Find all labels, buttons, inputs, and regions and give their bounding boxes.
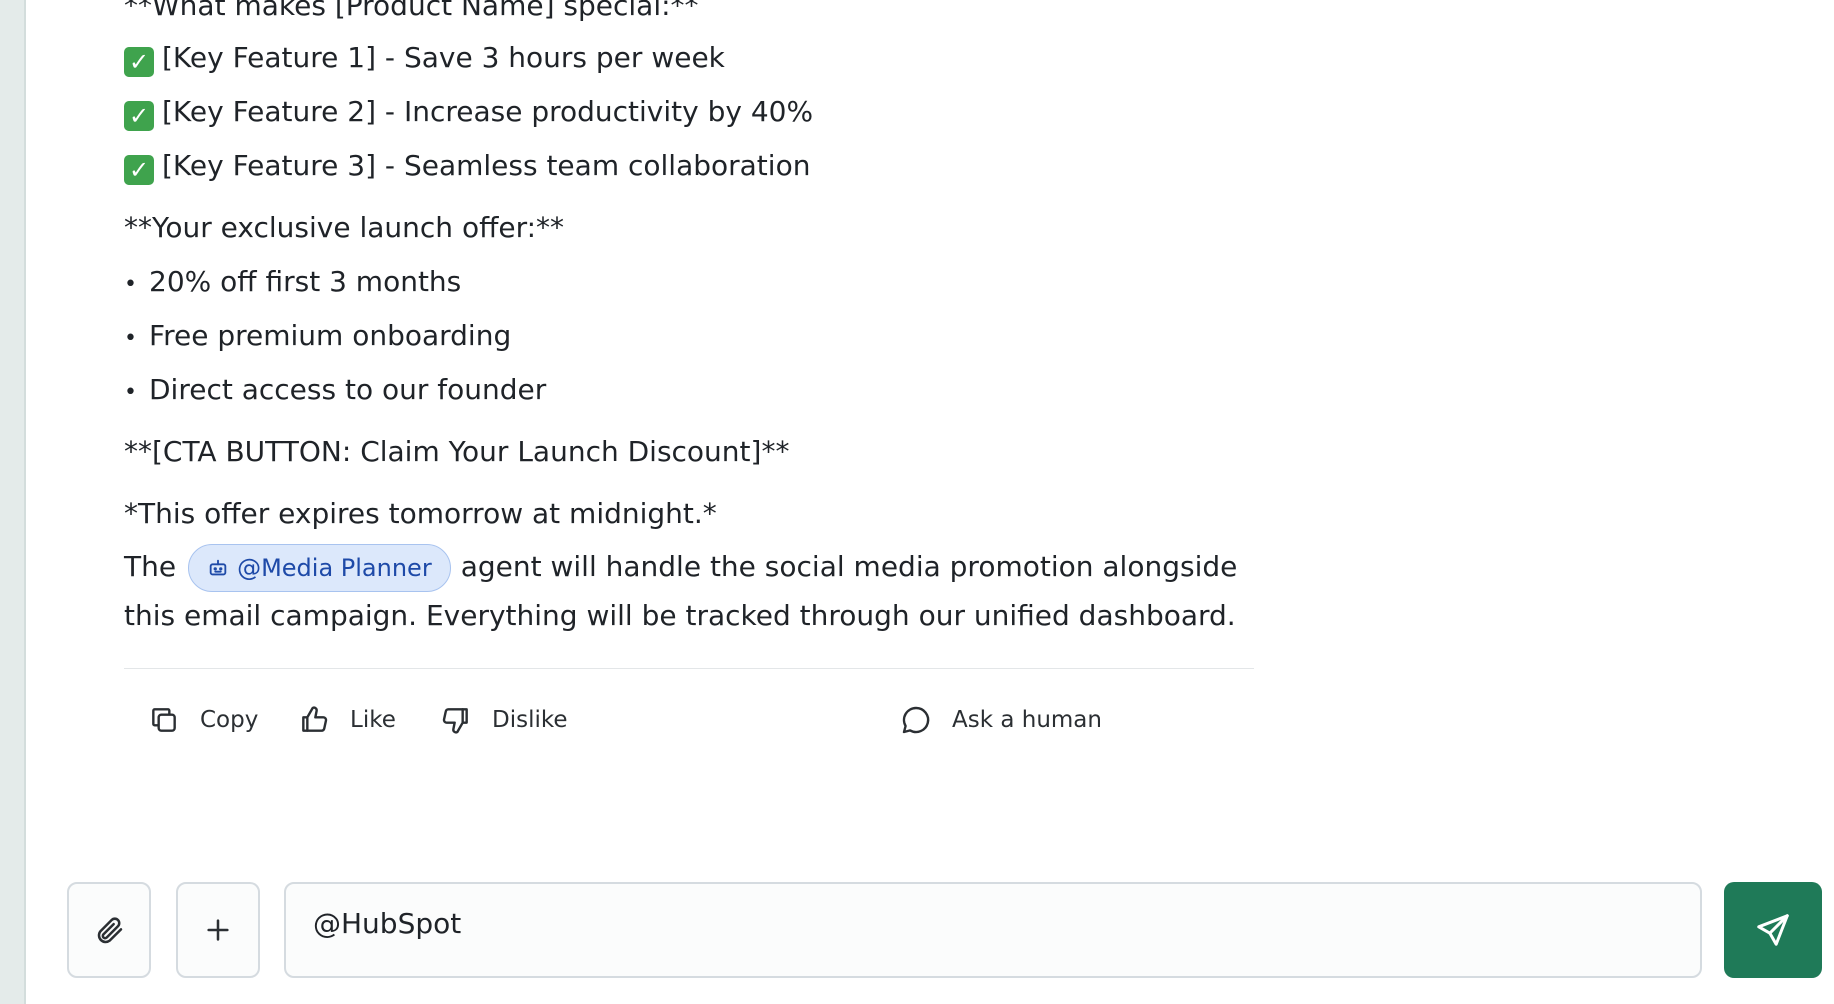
thumbs-up-icon	[302, 706, 328, 732]
plus-icon	[207, 919, 229, 941]
check-icon: ✓	[124, 101, 154, 131]
feature-item: ✓ [Key Feature 1] - Save 3 hours per week	[124, 38, 725, 78]
copy-icon	[152, 708, 176, 732]
mention-label: @Media Planner	[237, 553, 432, 582]
attach-button[interactable]	[67, 882, 151, 978]
message-input[interactable]	[311, 906, 1675, 941]
like-button[interactable]: Like	[298, 693, 396, 747]
dislike-button[interactable]: Dislike	[440, 693, 568, 747]
bullet-icon: •	[124, 272, 137, 297]
bullet-icon: •	[124, 380, 137, 405]
left-rail	[0, 0, 26, 1004]
composer	[0, 882, 1834, 980]
list-item: • 20% off first 3 months	[124, 262, 461, 305]
agent-mention-chip[interactable]: @Media Planner	[188, 544, 451, 592]
expiry-note: *This offer expires tomorrow at midnight…	[124, 497, 717, 530]
chat-bubble-icon	[902, 706, 930, 734]
add-button[interactable]	[176, 882, 260, 978]
feature-item: ✓ [Key Feature 3] - Seamless team collabo…	[124, 146, 810, 186]
cta-line: **[CTA BUTTON: Claim Your Launch Discoun…	[124, 435, 790, 468]
ask-human-button[interactable]: Ask a human	[900, 693, 1102, 747]
send-button[interactable]	[1724, 882, 1822, 978]
mention-paragraph: The @Media Planner agent will handle the s…	[124, 543, 1254, 639]
bullet-icon: •	[124, 326, 137, 351]
thumbs-down-icon	[442, 708, 468, 734]
message-actions: Copy Like Dislike Ask a human	[124, 693, 1254, 747]
check-icon: ✓	[124, 155, 154, 185]
section-heading: **What makes [Product Name] special:**	[124, 0, 699, 22]
divider	[124, 668, 1254, 669]
offer-heading: **Your exclusive launch offer:**	[124, 211, 565, 244]
feature-item: ✓ [Key Feature 2] - Increase productivity…	[124, 92, 813, 132]
check-icon: ✓	[124, 47, 154, 77]
list-item: • Free premium onboarding	[124, 316, 511, 359]
paperclip-icon	[97, 917, 123, 944]
bot-icon	[209, 559, 227, 576]
copy-button[interactable]: Copy	[148, 693, 258, 747]
send-icon	[1757, 914, 1789, 946]
list-item: • Direct access to our founder	[124, 370, 546, 413]
message-input-box[interactable]	[284, 882, 1702, 978]
